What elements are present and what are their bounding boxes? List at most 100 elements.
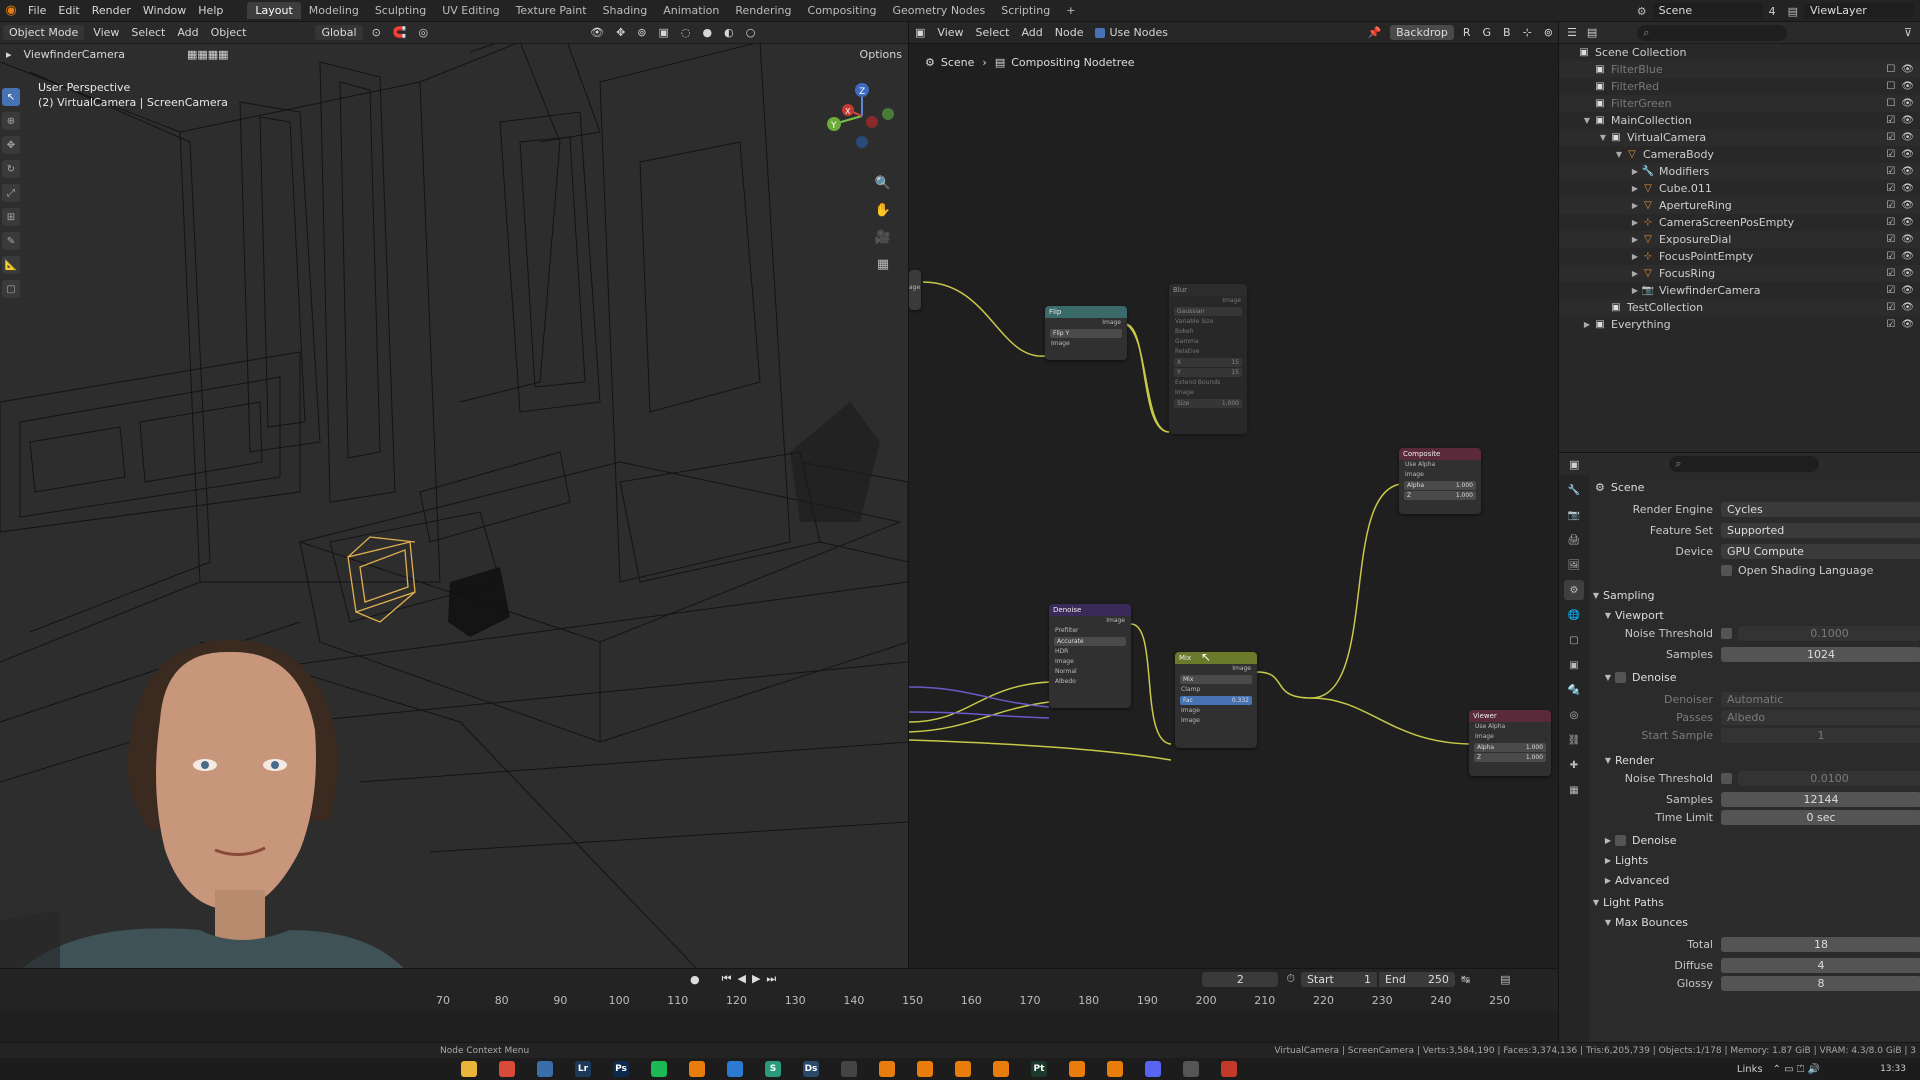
chevron-right-icon[interactable]: ▶ [1629, 269, 1641, 278]
physics-tab-icon[interactable]: ◎ [1564, 705, 1584, 725]
mix-fac-field[interactable]: Fac 0.332 [1180, 696, 1252, 705]
outliner-item-exposuredial[interactable]: ▶ ▽ ExposureDial ☑ 👁 [1559, 231, 1920, 248]
outliner-item-modifiers[interactable]: ▶ 🔧 Modifiers ☑ 👁 [1559, 163, 1920, 180]
select-box-tool-icon[interactable]: ↖ [2, 88, 20, 106]
outliner-item-filterred[interactable]: ▣ FilterRed ☐ 👁 [1559, 78, 1920, 95]
editor-type-icon[interactable]: ▣ [909, 26, 931, 39]
constraint-tab-icon[interactable]: ⛓ [1564, 730, 1584, 750]
passes-dropdown[interactable]: Albedo [1721, 710, 1920, 725]
mix-blend-dropdown[interactable]: Mix [1180, 675, 1252, 684]
end-frame-field[interactable]: End 250 [1378, 971, 1455, 987]
viewport-subpanel-header[interactable]: ▼ Viewport [1589, 605, 1920, 625]
node-menu-node[interactable]: Node [1049, 26, 1090, 39]
chevron-right-icon[interactable]: ▶ [1629, 235, 1641, 244]
active-camera-name[interactable]: ViewfinderCamera [18, 48, 131, 61]
menu-file[interactable]: File [22, 4, 52, 17]
eye-icon[interactable]: 👁 [1901, 200, 1914, 211]
object-mode-dropdown[interactable]: Object Mode [3, 25, 85, 40]
menu-help[interactable]: Help [192, 4, 229, 17]
glossy-field[interactable]: 8 [1721, 976, 1920, 991]
use-nodes-checkbox[interactable]: Use Nodes [1089, 26, 1174, 39]
pt-icon[interactable]: Pt [1031, 1061, 1047, 1077]
modifier-tab-icon[interactable]: 🔩 [1564, 680, 1584, 700]
blur-y-field[interactable]: Y 15 [1174, 368, 1242, 377]
flip-input-socket[interactable]: Image [1045, 339, 1127, 349]
feature-set-dropdown[interactable]: Supported [1721, 523, 1920, 538]
tab-uv-editing[interactable]: UV Editing [434, 2, 507, 19]
photoshop-icon[interactable]: Ps [613, 1061, 629, 1077]
menu-render[interactable]: Render [86, 4, 137, 17]
blender5-icon[interactable] [993, 1061, 1009, 1077]
blur-type-dropdown[interactable]: Gaussian [1174, 307, 1242, 316]
composite-node[interactable]: Composite Use Alpha Image Alpha 1.000 Z … [1399, 448, 1481, 514]
spotify-icon[interactable] [651, 1061, 667, 1077]
blur-opt-bokeh[interactable]: Bokeh [1169, 327, 1247, 337]
tab-layout[interactable]: Layout [247, 2, 301, 19]
outliner-item-camerascreenposempty[interactable]: ▶ ⊹ CameraScreenPosEmpty ☑ 👁 [1559, 214, 1920, 231]
eye-icon[interactable]: 👁 [1901, 81, 1914, 92]
sampling-panel-header[interactable]: ▼ Sampling [1589, 585, 1920, 605]
timer-icon[interactable]: ⏱ [1286, 972, 1295, 986]
tab-compositing[interactable]: Compositing [800, 2, 885, 19]
advanced-subpanel[interactable]: ▶ Advanced [1589, 870, 1920, 890]
menu-edit[interactable]: Edit [52, 4, 85, 17]
eye-icon[interactable]: 👁 [1901, 98, 1914, 109]
outliner-item-virtualcamera[interactable]: ▼ ▣ VirtualCamera ☑ 👁 [1559, 129, 1920, 146]
shading-solid-icon[interactable]: ● [697, 26, 719, 39]
exclude-checkbox-icon[interactable]: ☑ [1886, 200, 1895, 211]
tab-modeling[interactable]: Modeling [301, 2, 367, 19]
timeline-track[interactable] [0, 1011, 1558, 1043]
backdrop-toggle[interactable]: Backdrop [1390, 25, 1454, 40]
mix-output-socket[interactable]: Image [1175, 664, 1257, 674]
viewer-node[interactable]: Viewer Use Alpha Image Alpha 1.000 Z 1.0… [1469, 710, 1551, 776]
viewer-use-alpha[interactable]: Use Alpha [1469, 722, 1551, 732]
blender-logo-icon[interactable]: ◉ [0, 0, 22, 22]
blur-node[interactable]: Blur Image Gaussian Variable Size Bokeh … [1169, 284, 1247, 434]
gizmo-toggle-icon[interactable]: ✥ [610, 26, 631, 39]
time-limit-field[interactable]: 0 sec [1721, 810, 1920, 825]
texture-tab-icon[interactable]: ▦ [1564, 780, 1584, 800]
snap-node-icon[interactable]: ⊹ [1517, 26, 1538, 39]
obs-icon[interactable] [841, 1061, 857, 1077]
pin-icon[interactable]: 📌 [1361, 26, 1387, 39]
exclude-checkbox-icon[interactable]: ☑ [1886, 166, 1895, 177]
tab-animation[interactable]: Animation [655, 2, 727, 19]
rotate-tool-icon[interactable]: ↻ [2, 160, 20, 178]
outliner-item-aperturering[interactable]: ▶ ▽ ApertureRing ☑ 👁 [1559, 197, 1920, 214]
exclude-checkbox-icon[interactable]: ☑ [1886, 319, 1895, 330]
render-engine-dropdown[interactable]: Cycles [1721, 502, 1920, 517]
outliner-item-maincollection[interactable]: ▼ ▣ MainCollection ☑ 👁 [1559, 112, 1920, 129]
zoom-icon[interactable]: 🔍 [872, 172, 894, 194]
collection-tab-icon[interactable]: ▢ [1564, 630, 1584, 650]
snap-icon[interactable]: 🧲 [387, 26, 413, 39]
light-paths-panel-header[interactable]: ▼ Light Paths [1589, 892, 1920, 912]
node-menu-add[interactable]: Add [1015, 26, 1048, 39]
exclude-checkbox-icon[interactable]: ☑ [1886, 285, 1895, 296]
view-layer-tab-icon[interactable]: 🖼 [1564, 555, 1584, 575]
node-menu-view[interactable]: View [931, 26, 969, 39]
filter-icon[interactable]: ⊽ [1904, 26, 1912, 39]
outliner-item-everything[interactable]: ▶ ▣ Everything ☑ 👁 [1559, 316, 1920, 333]
mix-clamp-checkbox[interactable]: Clamp [1175, 685, 1257, 695]
r-denoise-subpanel[interactable]: ▶ Denoise [1589, 830, 1920, 850]
output-tab-icon[interactable]: 🖨 [1564, 530, 1584, 550]
blur-output-socket[interactable]: Image [1169, 296, 1247, 306]
app2-icon[interactable] [1183, 1061, 1199, 1077]
exclude-checkbox-icon[interactable]: ☑ [1886, 268, 1895, 279]
timeline[interactable]: ● ⏮◀▶⏭ 2 ⏱ Start 1 End 250 ↹ ▤ 70 80 90 100 11… [0, 968, 1558, 1043]
chrome-icon[interactable] [499, 1061, 515, 1077]
visibility-icon[interactable]: 👁 [584, 26, 610, 39]
blender2-icon[interactable] [879, 1061, 895, 1077]
blur-extend-bounds[interactable]: Extend Bounds [1169, 378, 1247, 388]
backdrop-channel-b[interactable]: B [1497, 26, 1517, 39]
frame-ruler[interactable]: 70 80 90 100 110 120 130 140 150 160 170 180 190 200 2… [0, 991, 1558, 1011]
eye-icon[interactable]: 👁 [1901, 132, 1914, 143]
lightroom-icon[interactable]: Lr [575, 1061, 591, 1077]
xray-icon[interactable]: ▣ [653, 26, 675, 39]
playback-buttons-icon[interactable]: ⏮◀▶⏭ [722, 972, 783, 986]
eye-icon[interactable]: 👁 [1901, 234, 1914, 245]
viewport-menu-add[interactable]: Add [171, 26, 204, 39]
blender6-icon[interactable] [1069, 1061, 1085, 1077]
blur-input-socket[interactable]: Image [1169, 388, 1247, 398]
discord-icon[interactable] [1145, 1061, 1161, 1077]
